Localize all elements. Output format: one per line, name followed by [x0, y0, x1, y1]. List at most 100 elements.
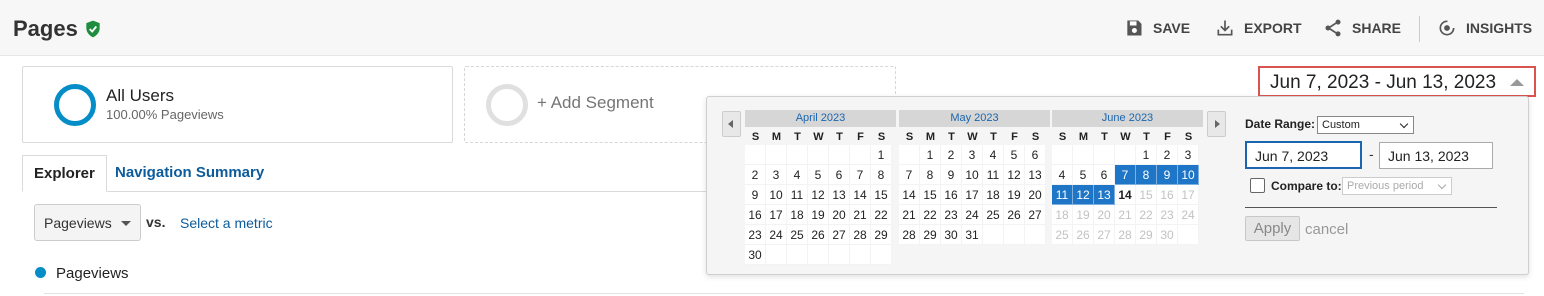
calendar-day[interactable]: 1 — [920, 145, 941, 165]
calendar-day[interactable]: 11 — [983, 165, 1004, 185]
add-segment-label: + Add Segment — [537, 93, 654, 112]
calendar-day[interactable]: 22 — [920, 205, 941, 225]
start-date-input[interactable]: Jun 7, 2023 — [1245, 141, 1362, 169]
calendar-day[interactable]: 13 — [1094, 185, 1115, 205]
calendar-day[interactable]: 21 — [899, 205, 920, 225]
calendar-day[interactable]: 14 — [1115, 185, 1136, 205]
calendar-day[interactable]: 8 — [1136, 165, 1157, 185]
calendar-day[interactable]: 2 — [745, 165, 766, 185]
calendar-day[interactable]: 5 — [1073, 165, 1094, 185]
calendar-day[interactable]: 30 — [745, 245, 766, 265]
calendar-day[interactable]: 9 — [941, 165, 962, 185]
calendar-day[interactable]: 4 — [787, 165, 808, 185]
tab-explorer[interactable]: Explorer — [22, 155, 107, 192]
calendar-day[interactable]: 28 — [850, 225, 871, 245]
calendar-day[interactable]: 27 — [1025, 205, 1046, 225]
calendar-day[interactable]: 7 — [850, 165, 871, 185]
calendar-day[interactable]: 27 — [829, 225, 850, 245]
segment-all-users[interactable]: All Users 100.00% Pageviews — [22, 66, 453, 143]
calendar-day[interactable]: 8 — [871, 165, 892, 185]
calendar-day[interactable]: 9 — [745, 185, 766, 205]
calendar-day[interactable]: 21 — [850, 205, 871, 225]
calendar-day[interactable]: 26 — [808, 225, 829, 245]
calendar-day[interactable]: 11 — [787, 185, 808, 205]
calendar-day[interactable]: 10 — [766, 185, 787, 205]
calendar-day[interactable]: 23 — [745, 225, 766, 245]
calendar-day[interactable]: 3 — [962, 145, 983, 165]
calendar-day[interactable]: 28 — [899, 225, 920, 245]
cancel-link[interactable]: cancel — [1305, 221, 1348, 238]
end-date-input[interactable]: Jun 13, 2023 — [1379, 142, 1493, 169]
calendar-day[interactable]: 15 — [920, 185, 941, 205]
calendar-day[interactable]: 15 — [871, 185, 892, 205]
tab-navigation-summary[interactable]: Navigation Summary — [104, 155, 275, 192]
calendar-day[interactable]: 18 — [983, 185, 1004, 205]
date-range-trigger[interactable]: Jun 7, 2023 - Jun 13, 2023 — [1258, 66, 1536, 97]
calendar-day[interactable]: 1 — [871, 145, 892, 165]
export-button[interactable]: EXPORT — [1215, 18, 1302, 38]
date-range-select-value: Custom — [1322, 119, 1360, 131]
calendar-day[interactable]: 9 — [1157, 165, 1178, 185]
next-month-button[interactable] — [1207, 111, 1226, 137]
date-range-select[interactable]: Custom — [1317, 116, 1414, 134]
calendar-day[interactable]: 30 — [941, 225, 962, 245]
calendar-day[interactable]: 20 — [829, 205, 850, 225]
calendar-day[interactable]: 13 — [1025, 165, 1046, 185]
calendar-day[interactable]: 18 — [787, 205, 808, 225]
calendar-day[interactable]: 17 — [766, 205, 787, 225]
calendar-day[interactable]: 16 — [745, 205, 766, 225]
calendar-day[interactable]: 31 — [962, 225, 983, 245]
compare-period-select[interactable]: Previous period — [1342, 177, 1452, 195]
apply-button[interactable]: Apply — [1245, 216, 1300, 241]
calendar-day[interactable]: 24 — [766, 225, 787, 245]
weekday-header: M — [1078, 131, 1089, 143]
calendar-day[interactable]: 4 — [1052, 165, 1073, 185]
calendar-day[interactable]: 12 — [1004, 165, 1025, 185]
calendar-day[interactable]: 6 — [829, 165, 850, 185]
calendar-day[interactable]: 25 — [983, 205, 1004, 225]
calendar-day[interactable]: 14 — [899, 185, 920, 205]
compare-checkbox[interactable] — [1250, 178, 1265, 193]
calendar-day[interactable]: 2 — [941, 145, 962, 165]
calendar-day[interactable]: 19 — [808, 205, 829, 225]
calendar-day[interactable]: 19 — [1004, 185, 1025, 205]
save-button[interactable]: SAVE — [1124, 18, 1190, 38]
calendar-day[interactable]: 12 — [808, 185, 829, 205]
calendar-day[interactable]: 5 — [1004, 145, 1025, 165]
calendar-day[interactable]: 1 — [1136, 145, 1157, 165]
calendar-day[interactable]: 6 — [1094, 165, 1115, 185]
metric-dropdown[interactable]: Pageviews — [34, 204, 141, 241]
calendar-day[interactable]: 20 — [1025, 185, 1046, 205]
calendar-day[interactable]: 6 — [1025, 145, 1046, 165]
select-metric-link[interactable]: Select a metric — [180, 215, 273, 231]
calendar-day[interactable]: 8 — [920, 165, 941, 185]
calendar-day[interactable]: 10 — [1178, 165, 1199, 185]
calendar-empty-cell — [1073, 145, 1094, 165]
weekday-header-row: SMTWTFS — [1052, 127, 1203, 145]
calendar-day[interactable]: 7 — [1115, 165, 1136, 185]
calendar-day[interactable]: 3 — [766, 165, 787, 185]
insights-button[interactable]: INSIGHTS — [1437, 18, 1532, 38]
calendar-day[interactable]: 14 — [850, 185, 871, 205]
calendar-day[interactable]: 17 — [962, 185, 983, 205]
calendar-day[interactable]: 25 — [787, 225, 808, 245]
calendar-day[interactable]: 5 — [808, 165, 829, 185]
calendar-day[interactable]: 16 — [941, 185, 962, 205]
calendar-day[interactable]: 13 — [829, 185, 850, 205]
calendar-day[interactable]: 22 — [871, 205, 892, 225]
calendar-day[interactable]: 3 — [1178, 145, 1199, 165]
calendar-day[interactable]: 29 — [920, 225, 941, 245]
previous-month-button[interactable] — [722, 111, 741, 137]
share-button[interactable]: SHARE — [1323, 18, 1401, 38]
calendar-day[interactable]: 4 — [983, 145, 1004, 165]
calendar-day[interactable]: 2 — [1157, 145, 1178, 165]
calendar-day[interactable]: 24 — [962, 205, 983, 225]
calendar-day[interactable]: 26 — [1004, 205, 1025, 225]
calendar-day[interactable]: 11 — [1052, 185, 1073, 205]
calendar-day[interactable]: 10 — [962, 165, 983, 185]
calendar-day[interactable]: 29 — [871, 225, 892, 245]
weekday-header: S — [751, 131, 760, 143]
calendar-day[interactable]: 12 — [1073, 185, 1094, 205]
calendar-day[interactable]: 23 — [941, 205, 962, 225]
calendar-day[interactable]: 7 — [899, 165, 920, 185]
